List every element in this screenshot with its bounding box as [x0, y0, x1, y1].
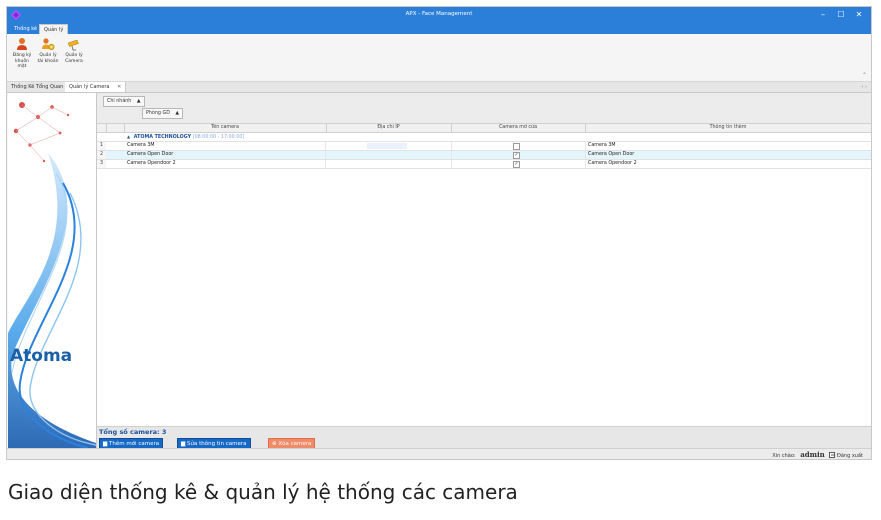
- cell-ip[interactable]: [326, 151, 452, 159]
- camera-total: Tổng số camera: 3: [99, 428, 167, 436]
- ribbon-panel: Đăng ký khuôn mặt Quản lý tài khoản Quản…: [7, 34, 871, 82]
- grid-header-row: Tên camera Địa chỉ IP Camera mở cửa Thôn…: [97, 124, 871, 133]
- cell-camera-name[interactable]: Camera Opendoor 2: [124, 160, 326, 168]
- title-bar: APX - Face Management – ☐ ✕: [7, 7, 871, 24]
- doc-tab-camera[interactable]: Quản lý Camera ✕: [65, 82, 127, 92]
- user-gear-icon: [42, 38, 55, 50]
- person-register-icon: [17, 38, 27, 50]
- app-window: APX - Face Management – ☐ ✕ Thống kê Quả…: [6, 6, 872, 460]
- status-bar: Xin chào: admin Đăng xuất: [7, 448, 871, 459]
- table-row[interactable]: 2 Camera Open Door ✓ Camera Open Door: [97, 151, 871, 160]
- col-header-name[interactable]: Tên camera: [124, 124, 327, 132]
- manage-camera-label-2: Camera: [65, 58, 83, 64]
- logout-label: Đăng xuất: [836, 453, 863, 459]
- group-row[interactable]: ▲ ATOMA TECHNOLOGY [08:00:00 - 17:00:00]: [97, 133, 871, 142]
- close-tab-icon[interactable]: ✕: [117, 84, 121, 90]
- manage-camera-label-1: Quản lý: [65, 53, 83, 58]
- group-collapse-icon[interactable]: ▲: [127, 134, 130, 139]
- doc-tab-camera-label: Quản lý Camera: [69, 84, 110, 90]
- manage-accounts-label-2: tài khoản: [37, 58, 59, 64]
- cell-info[interactable]: Camera Open Door: [585, 151, 871, 159]
- image-caption: Giao diện thống kê & quản lý hệ thống cá…: [8, 480, 518, 504]
- ribbon-tab-bar: Thống kê Quản lý: [7, 24, 871, 35]
- manage-accounts-button[interactable]: Quản lý tài khoản: [36, 37, 60, 75]
- row-number: 2: [97, 151, 106, 159]
- doc-tab-overview-label: Thống Kê Tổng Quan: [11, 84, 64, 90]
- delete-camera-label: Xóa camera: [278, 441, 312, 447]
- table-row[interactable]: 3 Camera Opendoor 2 ✓ Camera Opendoor 2: [97, 160, 871, 169]
- group-chip-office[interactable]: Phòng GD ▲: [142, 108, 184, 119]
- cell-info[interactable]: Camera 3M: [585, 142, 871, 150]
- close-button[interactable]: ✕: [851, 9, 867, 21]
- add-camera-label: Thêm mới camera: [108, 441, 160, 447]
- cell-ip[interactable]: [326, 160, 452, 168]
- cell-camera-name[interactable]: Camera 3M: [124, 142, 326, 150]
- table-row[interactable]: 1 Camera 3M Camera 3M: [97, 142, 871, 151]
- open-door-checkbox-checked[interactable]: ✓: [513, 161, 520, 168]
- cell-camera-name[interactable]: Camera Open Door: [124, 151, 326, 159]
- sort-asc-icon: ▲: [175, 111, 180, 116]
- group-chip-office-label: Phòng GD: [146, 111, 170, 116]
- wave-graphic: [8, 102, 96, 448]
- window-title: APX - Face Management: [405, 11, 473, 17]
- delete-icon: ⊗: [272, 441, 277, 447]
- group-chip-branch-label: Chi nhánh: [107, 99, 132, 104]
- register-face-label-2: khuôn mặt: [15, 58, 29, 70]
- ip-redacted: [367, 143, 407, 149]
- sidebar-banner: Atoma: [8, 93, 96, 448]
- camera-icon: [67, 39, 79, 51]
- group-chip-branch[interactable]: Chi nhánh ▲: [103, 96, 145, 107]
- brand-name: Atoma: [10, 346, 73, 366]
- cell-open-door[interactable]: [451, 142, 586, 150]
- group-row-label: ▲ ATOMA TECHNOLOGY [08:00:00 - 17:00:00]: [127, 133, 527, 141]
- logout-button[interactable]: Đăng xuất: [829, 452, 863, 459]
- edit-icon: ▆: [181, 441, 186, 447]
- manage-accounts-label-1: Quản lý: [39, 53, 57, 58]
- sort-asc-icon: ▲: [136, 99, 141, 104]
- manage-camera-button[interactable]: Quản lý Camera: [62, 37, 86, 75]
- group-time: [08:00:00 - 17:00:00]: [192, 135, 245, 140]
- group-by-panel: Chi nhánh ▲ Phòng GD ▲: [97, 93, 871, 124]
- edit-camera-label: Sửa thông tin camera: [186, 441, 247, 447]
- open-door-checkbox[interactable]: [513, 143, 520, 150]
- cell-open-door[interactable]: ✓: [451, 151, 586, 159]
- document-tab-bar: Thống Kê Tổng Quan Quản lý Camera ✕ ‹ ›: [7, 82, 871, 93]
- register-face-label-1: Đăng ký: [12, 53, 32, 58]
- cell-open-door[interactable]: ✓: [451, 160, 586, 168]
- group-name: ATOMA TECHNOLOGY: [133, 135, 192, 140]
- maximize-button[interactable]: ☐: [833, 9, 849, 21]
- doc-tab-overview[interactable]: Thống Kê Tổng Quan: [7, 82, 69, 92]
- row-number: 1: [97, 142, 106, 150]
- register-face-button[interactable]: Đăng ký khuôn mặt: [10, 37, 34, 75]
- col-header-ip[interactable]: Địa chỉ IP: [326, 124, 452, 132]
- ribbon-tab-statistics[interactable]: Thống kê: [10, 24, 41, 34]
- greeting-text: Xin chào:: [772, 453, 796, 459]
- minimize-button[interactable]: –: [815, 9, 831, 21]
- open-door-checkbox-checked[interactable]: ✓: [513, 152, 520, 159]
- logout-icon: [829, 452, 836, 458]
- row-number: 3: [97, 160, 106, 168]
- footer-toolbar: Tổng số camera: 3 ▆ Thêm mới camera ▆ Sử…: [97, 426, 871, 450]
- cell-info[interactable]: Camera Opendoor 2: [585, 160, 871, 168]
- ribbon-collapse-icon[interactable]: ⌃: [862, 72, 867, 79]
- status-user-area: Xin chào: admin Đăng xuất: [772, 450, 863, 459]
- col-header-info[interactable]: Thông tin thêm: [585, 124, 871, 132]
- tab-scroll-arrows[interactable]: ‹ ›: [861, 82, 867, 92]
- add-icon: ▆: [103, 441, 108, 447]
- col-header-open-door[interactable]: Camera mở cửa: [451, 124, 586, 132]
- username: admin: [800, 450, 825, 459]
- camera-management-panel: Chi nhánh ▲ Phòng GD ▲ Tên camera Địa ch…: [96, 93, 871, 450]
